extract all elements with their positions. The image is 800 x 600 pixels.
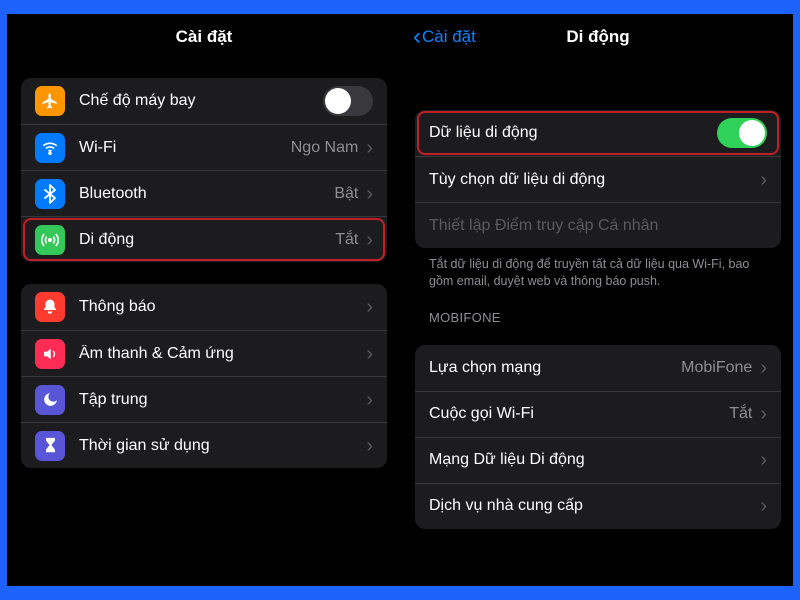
network-label: Lựa chọn mạng	[429, 359, 681, 377]
chevron-right-icon: ›	[366, 344, 373, 364]
wifi-value: Ngo Nam	[291, 139, 359, 157]
moon-icon	[35, 385, 65, 415]
mobile-value: Tắt	[335, 231, 358, 249]
mobile-row[interactable]: Di động Tắt ›	[21, 216, 387, 262]
nav-header: ‹ Cài đặt Di động	[403, 14, 793, 60]
system-group: Thông báo › Âm thanh & Cảm ứng › Tập tru…	[21, 284, 387, 468]
mobile-content: Dữ liệu di động Tùy chọn dữ liệu di động…	[403, 60, 793, 529]
bluetooth-row[interactable]: Bluetooth Bật ›	[21, 170, 387, 216]
carrier-group: Lựa chọn mạng MobiFone › Cuộc gọi Wi-Fi …	[415, 345, 781, 529]
wifi-label: Wi-Fi	[79, 139, 291, 157]
wifi-row[interactable]: Wi-Fi Ngo Nam ›	[21, 124, 387, 170]
carrier-services-label: Dịch vụ nhà cung cấp	[429, 497, 760, 515]
chevron-right-icon: ›	[760, 404, 767, 424]
mobile-detail-panel: ‹ Cài đặt Di động Dữ liệu di động Tùy ch…	[403, 14, 793, 586]
wifi-calling-value: Tắt	[729, 405, 752, 423]
mobile-data-row[interactable]: Dữ liệu di động	[415, 110, 781, 156]
composite-screenshot: Cài đặt Chế độ máy bay Wi-Fi Ngo Nam	[7, 14, 793, 586]
network-selection-row[interactable]: Lựa chọn mạng MobiFone ›	[415, 345, 781, 391]
chevron-right-icon: ›	[760, 170, 767, 190]
page-title: Cài đặt	[176, 27, 233, 47]
airplane-label: Chế độ máy bay	[79, 92, 323, 110]
settings-root-panel: Cài đặt Chế độ máy bay Wi-Fi Ngo Nam	[7, 14, 401, 586]
chevron-left-icon: ‹	[413, 25, 421, 49]
chevron-right-icon: ›	[366, 184, 373, 204]
carrier-section-header: MOBIFONE	[415, 290, 781, 331]
data-options-row[interactable]: Tùy chọn dữ liệu di động ›	[415, 156, 781, 202]
connectivity-group: Chế độ máy bay Wi-Fi Ngo Nam › Bluetooth	[21, 78, 387, 262]
data-network-label: Mạng Dữ liệu Di động	[429, 451, 760, 469]
chevron-right-icon: ›	[366, 436, 373, 456]
chevron-right-icon: ›	[760, 496, 767, 516]
data-note: Tắt dữ liệu di động để truyền tất cả dữ …	[415, 248, 781, 290]
chevron-right-icon: ›	[366, 230, 373, 250]
hotspot-label: Thiết lập Điểm truy cập Cá nhân	[429, 217, 767, 235]
wifi-calling-label: Cuộc gọi Wi-Fi	[429, 405, 729, 423]
screentime-row[interactable]: Thời gian sử dụng ›	[21, 422, 387, 468]
wifi-calling-row[interactable]: Cuộc gọi Wi-Fi Tắt ›	[415, 391, 781, 437]
airplane-mode-row[interactable]: Chế độ máy bay	[21, 78, 387, 124]
focus-label: Tập trung	[79, 391, 366, 409]
screentime-label: Thời gian sử dụng	[79, 437, 366, 455]
hotspot-row: Thiết lập Điểm truy cập Cá nhân	[415, 202, 781, 248]
notifications-label: Thông báo	[79, 298, 366, 316]
data-options-label: Tùy chọn dữ liệu di động	[429, 171, 760, 189]
sounds-row[interactable]: Âm thanh & Cảm ứng ›	[21, 330, 387, 376]
back-label: Cài đặt	[422, 27, 476, 47]
chevron-right-icon: ›	[760, 358, 767, 378]
hourglass-icon	[35, 431, 65, 461]
sounds-label: Âm thanh & Cảm ứng	[79, 345, 366, 363]
notifications-row[interactable]: Thông báo ›	[21, 284, 387, 330]
data-group: Dữ liệu di động Tùy chọn dữ liệu di động…	[415, 110, 781, 248]
carrier-services-row[interactable]: Dịch vụ nhà cung cấp ›	[415, 483, 781, 529]
focus-row[interactable]: Tập trung ›	[21, 376, 387, 422]
bell-icon	[35, 292, 65, 322]
mobile-data-label: Dữ liệu di động	[429, 124, 717, 142]
chevron-right-icon: ›	[366, 297, 373, 317]
bluetooth-value: Bật	[334, 185, 358, 203]
network-value: MobiFone	[681, 359, 752, 377]
airplane-toggle[interactable]	[323, 86, 373, 116]
bluetooth-label: Bluetooth	[79, 185, 334, 203]
chevron-right-icon: ›	[366, 390, 373, 410]
wifi-icon	[35, 133, 65, 163]
nav-header: Cài đặt	[7, 14, 401, 60]
bluetooth-icon	[35, 179, 65, 209]
speaker-icon	[35, 339, 65, 369]
antenna-icon	[35, 225, 65, 255]
airplane-icon	[35, 86, 65, 116]
data-network-row[interactable]: Mạng Dữ liệu Di động ›	[415, 437, 781, 483]
chevron-right-icon: ›	[366, 138, 373, 158]
settings-content: Chế độ máy bay Wi-Fi Ngo Nam › Bluetooth	[7, 60, 401, 468]
mobile-label: Di động	[79, 231, 335, 249]
mobile-data-toggle[interactable]	[717, 118, 767, 148]
back-button[interactable]: ‹ Cài đặt	[413, 25, 476, 49]
page-title: Di động	[566, 27, 629, 47]
chevron-right-icon: ›	[760, 450, 767, 470]
